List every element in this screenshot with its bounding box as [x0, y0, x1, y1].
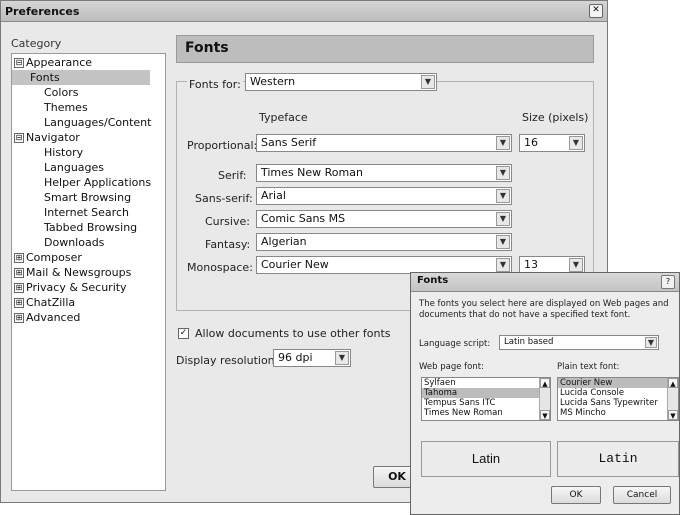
tree-item-chatzilla[interactable]: ⊞ ChatZilla [14, 295, 75, 310]
chevron-down-icon[interactable]: ▼ [496, 136, 510, 150]
expand-icon[interactable]: ⊞ [14, 298, 24, 308]
tree-item-downloads[interactable]: Downloads [44, 235, 104, 250]
chevron-down-icon[interactable]: ▼ [335, 351, 349, 365]
list-item[interactable]: Times New Roman [422, 408, 550, 418]
expand-icon[interactable]: ⊞ [14, 268, 24, 278]
cursive-label: Cursive: [205, 215, 250, 228]
chevron-down-icon[interactable]: ▼ [540, 410, 550, 420]
proportional-label: Proportional: [187, 139, 258, 152]
tree-item-navigator[interactable]: ⊟ Navigator [14, 130, 80, 145]
serif-label: Serif: [218, 169, 247, 182]
tree-item-mail-newsgroups[interactable]: ⊞ Mail & Newsgroups [14, 265, 131, 280]
category-tree: ⊟ Appearance Fonts Colors Themes Language… [11, 53, 166, 491]
fantasy-select[interactable]: Algerian ▼ [256, 233, 512, 251]
chevron-down-icon[interactable]: ▼ [668, 410, 678, 420]
fonts-for-select[interactable]: Western ▼ [245, 73, 437, 91]
tree-item-internet-search[interactable]: Internet Search [44, 205, 129, 220]
panel-header: Fonts [176, 35, 594, 63]
sans-serif-select[interactable]: Arial ▼ [256, 187, 512, 205]
chevron-down-icon[interactable]: ▼ [421, 75, 435, 89]
title-bar: Preferences ✕ [1, 1, 607, 22]
tree-item-colors[interactable]: Colors [44, 85, 78, 100]
list-item[interactable]: Lucida Console [558, 388, 678, 398]
tree-item-languages[interactable]: Languages [44, 160, 104, 175]
fonts-dialog-titlebar: Fonts ? [411, 273, 679, 292]
plain-text-font-list[interactable]: Courier New Lucida Console Lucida Sans T… [557, 377, 679, 421]
list-item[interactable]: MS Mincho [558, 408, 678, 418]
chevron-up-icon[interactable]: ▲ [540, 378, 550, 388]
panel-title: Fonts [185, 40, 229, 56]
chevron-down-icon[interactable]: ▼ [496, 258, 510, 272]
expand-icon[interactable]: ⊞ [14, 283, 24, 293]
display-resolution-label: Display resolution: [176, 354, 279, 367]
list-item[interactable]: Lucida Sans Typewriter [558, 398, 678, 408]
proportional-select[interactable]: Sans Serif ▼ [256, 134, 512, 152]
scrollbar[interactable]: ▲ ▼ [667, 378, 678, 420]
expand-icon[interactable]: ⊞ [14, 253, 24, 263]
fonts-dialog-title: Fonts [417, 275, 449, 286]
help-icon[interactable]: ? [661, 275, 675, 289]
fonts-for-label: Fonts for: [187, 78, 243, 91]
expand-icon[interactable]: ⊞ [14, 313, 24, 323]
web-font-preview: Latin [421, 441, 551, 477]
chevron-up-icon[interactable]: ▲ [668, 378, 678, 388]
fonts-cancel-button[interactable]: Cancel [613, 486, 671, 504]
web-page-font-label: Web page font: [419, 362, 484, 372]
plain-font-preview: Latin [557, 441, 679, 477]
cursive-select[interactable]: Comic Sans MS ▼ [256, 210, 512, 228]
fonts-dialog-description: The fonts you select here are displayed … [419, 299, 669, 320]
collapse-icon[interactable]: ⊟ [14, 58, 24, 68]
proportional-size-select[interactable]: 16 ▼ [519, 134, 585, 152]
scrollbar[interactable]: ▲ ▼ [539, 378, 550, 420]
chevron-down-icon[interactable]: ▼ [569, 136, 583, 150]
chevron-down-icon[interactable]: ▼ [569, 258, 583, 272]
display-resolution-select[interactable]: 96 dpi ▼ [273, 349, 351, 367]
chevron-down-icon[interactable]: ▼ [645, 337, 657, 348]
fantasy-label: Fantasy: [205, 238, 251, 251]
tree-item-history[interactable]: History [44, 145, 83, 160]
tree-item-helper-applications[interactable]: Helper Applications [44, 175, 151, 190]
chevron-down-icon[interactable]: ▼ [496, 212, 510, 226]
tree-item-tabbed-browsing[interactable]: Tabbed Browsing [44, 220, 137, 235]
sans-serif-label: Sans-serif: [195, 192, 253, 205]
plain-text-font-label: Plain text font: [557, 362, 620, 372]
fonts-ok-button[interactable]: OK [551, 486, 601, 504]
collapse-icon[interactable]: ⊟ [14, 133, 24, 143]
typeface-header: Typeface [259, 111, 308, 124]
serif-select[interactable]: Times New Roman ▼ [256, 164, 512, 182]
language-script-label: Language script: [419, 339, 491, 349]
allow-documents-label: Allow documents to use other fonts [195, 327, 391, 340]
window-title: Preferences [5, 4, 80, 18]
list-item[interactable]: Sylfaen [422, 378, 550, 388]
close-icon[interactable]: ✕ [589, 4, 603, 18]
tree-item-themes[interactable]: Themes [44, 100, 88, 115]
chevron-down-icon[interactable]: ▼ [496, 235, 510, 249]
web-page-font-list[interactable]: Sylfaen Tahoma Tempus Sans ITC Times New… [421, 377, 551, 421]
tree-item-advanced[interactable]: ⊞ Advanced [14, 310, 80, 325]
language-script-select[interactable]: Latin based ▼ [499, 335, 659, 350]
tree-item-fonts[interactable]: Fonts [12, 70, 150, 85]
chevron-down-icon[interactable]: ▼ [496, 166, 510, 180]
list-item[interactable]: Tahoma [422, 388, 550, 398]
list-item[interactable]: Courier New [558, 378, 678, 388]
chevron-down-icon[interactable]: ▼ [496, 189, 510, 203]
size-header: Size (pixels) [522, 111, 589, 124]
fonts-dialog: Fonts ? The fonts you select here are di… [410, 272, 680, 515]
tree-item-privacy-security[interactable]: ⊞ Privacy & Security [14, 280, 127, 295]
allow-documents-checkbox[interactable]: ✓ [178, 328, 189, 339]
monospace-label: Monospace: [187, 261, 253, 274]
tree-item-appearance[interactable]: ⊟ Appearance [14, 55, 92, 70]
tree-item-smart-browsing[interactable]: Smart Browsing [44, 190, 131, 205]
category-label: Category [11, 37, 62, 50]
tree-item-composer[interactable]: ⊞ Composer [14, 250, 82, 265]
list-item[interactable]: Tempus Sans ITC [422, 398, 550, 408]
tree-item-languages-content[interactable]: Languages/Content [44, 115, 151, 130]
